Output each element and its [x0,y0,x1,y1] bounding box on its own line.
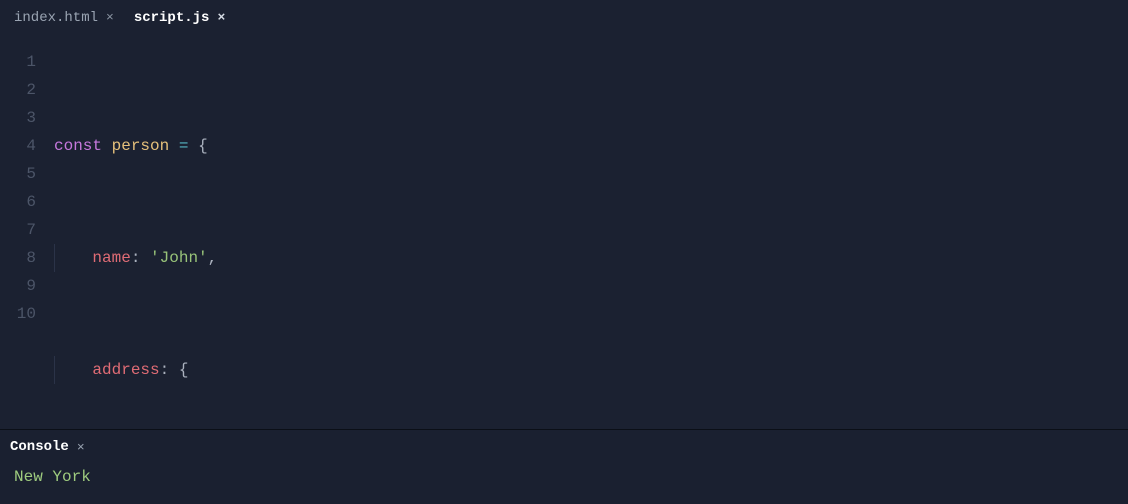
tab-bar: index.html × script.js × [0,0,1128,36]
code-line[interactable]: const person = { [54,132,1128,160]
token-brace: { [198,132,208,160]
console-header: Console × [0,430,1128,464]
console-title: Console [10,439,69,455]
token-colon: : [160,356,170,384]
console-output: New York [0,464,1128,504]
tab-label: index.html [14,10,98,26]
console-panel: Console × New York [0,429,1128,504]
token-colon: : [131,244,141,272]
tab-label: script.js [134,10,210,26]
close-icon[interactable]: × [106,10,114,25]
token-property: name [92,244,130,272]
token-operator: = [179,132,189,160]
tab-index-html[interactable]: index.html × [4,0,124,35]
token-property: address [92,356,159,384]
token-brace: { [179,356,189,384]
close-icon[interactable]: × [77,440,85,455]
code-line[interactable]: address: { [54,356,1128,384]
token-keyword: const [54,132,102,160]
token-string: 'John' [150,244,208,272]
line-number-gutter: 12345678910 [0,48,54,429]
editor-area[interactable]: 12345678910 const person = { name: 'John… [0,36,1128,429]
code-content[interactable]: const person = { name: 'John', address: … [54,48,1128,429]
code-line[interactable]: name: 'John', [54,244,1128,272]
token-comma: , [208,244,218,272]
close-icon[interactable]: × [217,10,225,25]
tab-script-js[interactable]: script.js × [124,0,235,35]
editor-root: index.html × script.js × 12345678910 con… [0,0,1128,504]
token-variable: person [112,132,170,160]
